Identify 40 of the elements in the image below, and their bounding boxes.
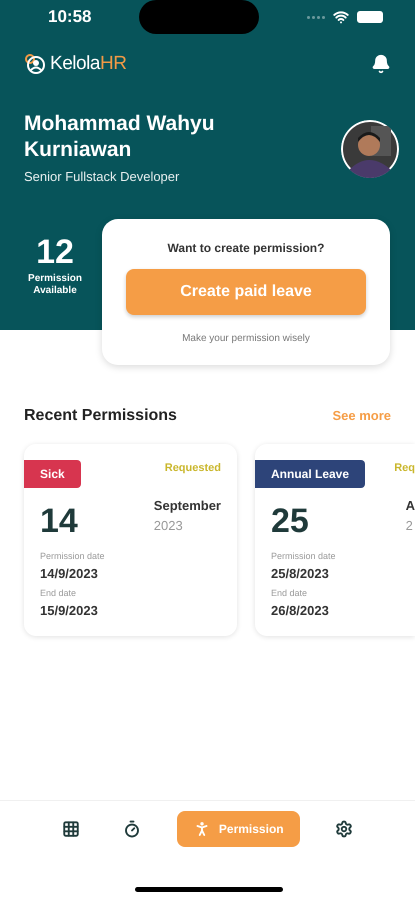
see-more-link[interactable]: See more [332, 406, 391, 426]
field-label: Permission date [271, 550, 336, 563]
field-label: End date [271, 587, 308, 600]
wifi-icon [332, 9, 349, 25]
month-text: A [406, 497, 415, 515]
create-hint: Make your permission wisely [182, 332, 310, 346]
section-title: Recent Permissions [24, 406, 177, 426]
leave-type-tag: Annual Leave [255, 460, 366, 488]
permission-card[interactable]: Annual Leave Req 25 A 2 Permission date 25/8/2023 End date 26/8/2023 [255, 444, 415, 636]
status-text: Req [394, 461, 415, 476]
status-text: Requested [164, 461, 221, 476]
grid-icon [62, 820, 80, 838]
year-text: 2 [406, 516, 413, 534]
field-label: End date [40, 587, 76, 600]
day-number: 25 [271, 504, 309, 538]
end-date: 15/9/2023 [40, 602, 98, 620]
permission-card[interactable]: Sick Requested 14 September 2023 Permission date 14/9/2023 End date 15/9/2023 [24, 444, 237, 636]
logo-icon [24, 53, 46, 76]
brand-name: KelolaHR [50, 52, 126, 76]
year-text: 2023 [154, 516, 183, 534]
field-label: Permission date [40, 550, 105, 563]
available-count: 12 [36, 234, 74, 268]
battery-icon [356, 11, 383, 23]
signal-icon [306, 16, 325, 18]
user-role: Senior Fullstack Developer [24, 168, 180, 186]
user-name: Mohammad Wahyu Kurniawan [24, 110, 216, 163]
day-number: 14 [40, 504, 78, 538]
notification-icon[interactable] [371, 54, 391, 74]
available-label: Permission Available [27, 272, 83, 298]
month-text: September [154, 497, 221, 515]
permission-date: 14/9/2023 [40, 564, 98, 582]
create-prompt: Want to create permission? [168, 240, 324, 256]
end-date: 26/8/2023 [271, 602, 329, 620]
create-leave-button[interactable]: Create paid leave [126, 268, 366, 314]
permission-date: 25/8/2023 [271, 564, 329, 582]
status-time: 10:58 [48, 6, 92, 28]
settings-icon [335, 820, 354, 838]
leave-type-tag: Sick [24, 460, 81, 488]
stopwatch-icon [123, 820, 142, 838]
nav-tab[interactable]: Permission [176, 810, 300, 846]
